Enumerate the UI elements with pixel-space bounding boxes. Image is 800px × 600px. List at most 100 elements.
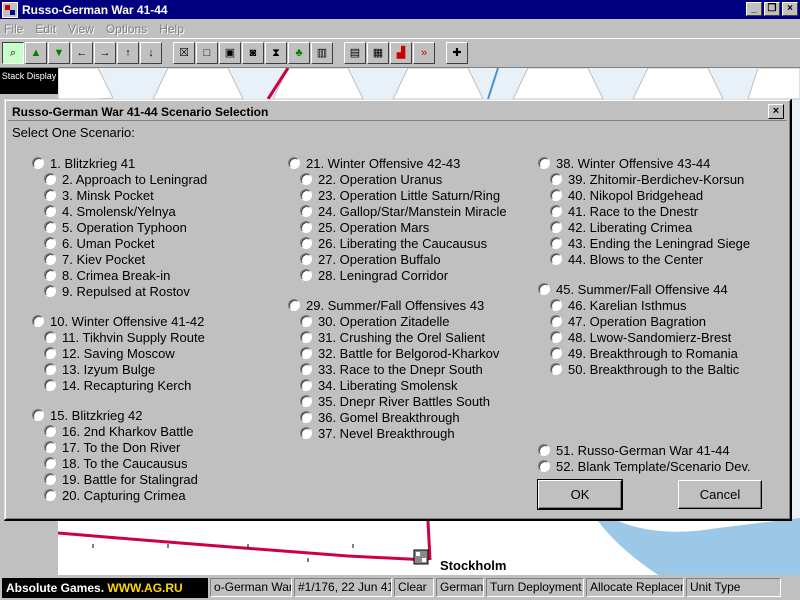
scenario-option[interactable]: 28. Leningrad Corridor [288, 267, 507, 283]
menu-edit[interactable]: Edit [35, 22, 56, 36]
scenario-campaign-option[interactable]: 45. Summer/Fall Offensive 44 [538, 281, 750, 297]
scenario-option[interactable]: 20. Capturing Crimea [32, 487, 207, 503]
radio-button[interactable] [550, 315, 562, 327]
box-hourglass-icon[interactable]: ⧗ [265, 42, 287, 64]
radio-button[interactable] [300, 379, 312, 391]
scenario-option[interactable]: 51. Russo-German War 41-44 [538, 442, 751, 458]
menu-file[interactable]: File [4, 22, 23, 36]
radio-button[interactable] [550, 189, 562, 201]
radio-button[interactable] [32, 409, 44, 421]
scenario-option[interactable]: 44. Blows to the Center [538, 251, 750, 267]
minimize-button[interactable]: _ [746, 2, 762, 16]
radio-button[interactable] [300, 205, 312, 217]
scenario-option[interactable]: 35. Dnepr River Battles South [288, 393, 507, 409]
radio-button[interactable] [550, 331, 562, 343]
scenario-option[interactable]: 3. Minsk Pocket [32, 187, 207, 203]
notepad-icon[interactable]: ▤ [344, 42, 366, 64]
radio-button[interactable] [44, 331, 56, 343]
scenario-option[interactable]: 39. Zhitomir-Berdichev-Korsun [538, 171, 750, 187]
iron-cross-icon[interactable]: ✚ [446, 42, 468, 64]
radio-button[interactable] [300, 395, 312, 407]
radio-button[interactable] [44, 269, 56, 281]
radio-button[interactable] [300, 173, 312, 185]
scenario-option[interactable]: 17. To the Don River [32, 439, 207, 455]
scenario-option[interactable]: 30. Operation Zitadelle [288, 313, 507, 329]
scenario-option[interactable]: 52. Blank Template/Scenario Dev. [538, 458, 751, 474]
radio-button[interactable] [300, 315, 312, 327]
scenario-option[interactable]: 48. Lwow-Sandomierz-Brest [538, 329, 750, 345]
radio-button[interactable] [44, 489, 56, 501]
radio-button[interactable] [300, 411, 312, 423]
city-icon[interactable]: ▥ [311, 42, 333, 64]
scenario-option[interactable]: 24. Gallop/Star/Manstein Miracle [288, 203, 507, 219]
scenario-option[interactable]: 27. Operation Buffalo [288, 251, 507, 267]
scenario-option[interactable]: 25. Operation Mars [288, 219, 507, 235]
radio-button[interactable] [300, 427, 312, 439]
radio-button[interactable] [44, 205, 56, 217]
maximize-button[interactable]: ❐ [764, 2, 780, 16]
scenario-option[interactable]: 33. Race to the Dnepr South [288, 361, 507, 377]
box-yellow-icon[interactable]: □ [196, 42, 218, 64]
scenario-option[interactable]: 19. Battle for Stalingrad [32, 471, 207, 487]
radio-button[interactable] [44, 221, 56, 233]
menu-options[interactable]: Options [106, 22, 147, 36]
radio-button[interactable] [44, 363, 56, 375]
scenario-option[interactable]: 37. Nevel Breakthrough [288, 425, 507, 441]
scenario-option[interactable]: 11. Tikhvin Supply Route [32, 329, 207, 345]
scenario-option[interactable]: 23. Operation Little Saturn/Ring [288, 187, 507, 203]
scenario-option[interactable]: 6. Uman Pocket [32, 235, 207, 251]
scenario-campaign-option[interactable]: 29. Summer/Fall Offensives 43 [288, 297, 507, 313]
scenario-option[interactable]: 43. Ending the Leningrad Siege [538, 235, 750, 251]
radio-button[interactable] [300, 253, 312, 265]
fast-forward-icon[interactable]: » [413, 42, 435, 64]
scenario-option[interactable]: 7. Kiev Pocket [32, 251, 207, 267]
radio-button[interactable] [550, 221, 562, 233]
radio-button[interactable] [300, 363, 312, 375]
scenario-campaign-option[interactable]: 21. Winter Offensive 42-43 [288, 155, 507, 171]
scenario-campaign-option[interactable]: 15. Blitzkrieg 42 [32, 407, 207, 423]
scenario-option[interactable]: 46. Karelian Isthmus [538, 297, 750, 313]
radio-button[interactable] [550, 237, 562, 249]
scenario-option[interactable]: 5. Operation Typhoon [32, 219, 207, 235]
radio-button[interactable] [44, 285, 56, 297]
radio-button[interactable] [550, 299, 562, 311]
scenario-option[interactable]: 50. Breakthrough to the Baltic [538, 361, 750, 377]
scenario-option[interactable]: 18. To the Caucausus [32, 455, 207, 471]
radio-button[interactable] [538, 157, 550, 169]
radio-button[interactable] [44, 473, 56, 485]
app-icon[interactable] [2, 1, 18, 18]
arrow-right-icon[interactable]: → [94, 42, 116, 64]
radio-button[interactable] [44, 173, 56, 185]
radio-button[interactable] [32, 315, 44, 327]
radio-button[interactable] [288, 299, 300, 311]
triangle-down-icon[interactable]: ▼ [48, 42, 70, 64]
scenario-option[interactable]: 40. Nikopol Bridgehead [538, 187, 750, 203]
radio-button[interactable] [538, 444, 550, 456]
radio-button[interactable] [550, 205, 562, 217]
scenario-option[interactable]: 4. Smolensk/Yelnya [32, 203, 207, 219]
radio-button[interactable] [44, 457, 56, 469]
radio-button[interactable] [300, 347, 312, 359]
scenario-option[interactable]: 42. Liberating Crimea [538, 219, 750, 235]
radio-button[interactable] [300, 237, 312, 249]
close-window-button[interactable]: × [782, 2, 798, 16]
scenario-option[interactable]: 16. 2nd Kharkov Battle [32, 423, 207, 439]
radio-button[interactable] [44, 347, 56, 359]
radio-button[interactable] [44, 441, 56, 453]
scenario-option[interactable]: 9. Repulsed at Rostov [32, 283, 207, 299]
scenario-option[interactable]: 31. Crushing the Orel Salient [288, 329, 507, 345]
radio-button[interactable] [300, 269, 312, 281]
radio-button[interactable] [288, 157, 300, 169]
arrow-down-icon[interactable]: ↓ [140, 42, 162, 64]
radio-button[interactable] [300, 331, 312, 343]
radio-button[interactable] [300, 221, 312, 233]
arrow-left-icon[interactable]: ← [71, 42, 93, 64]
scenario-option[interactable]: 2. Approach to Leningrad [32, 171, 207, 187]
dialog-close-button[interactable]: × [768, 104, 784, 119]
scenario-option[interactable]: 34. Liberating Smolensk [288, 377, 507, 393]
scenario-option[interactable]: 8. Crimea Break-in [32, 267, 207, 283]
scenario-option[interactable]: 26. Liberating the Caucausus [288, 235, 507, 251]
radio-button[interactable] [32, 157, 44, 169]
arrow-up-icon[interactable]: ↑ [117, 42, 139, 64]
radio-button[interactable] [550, 347, 562, 359]
